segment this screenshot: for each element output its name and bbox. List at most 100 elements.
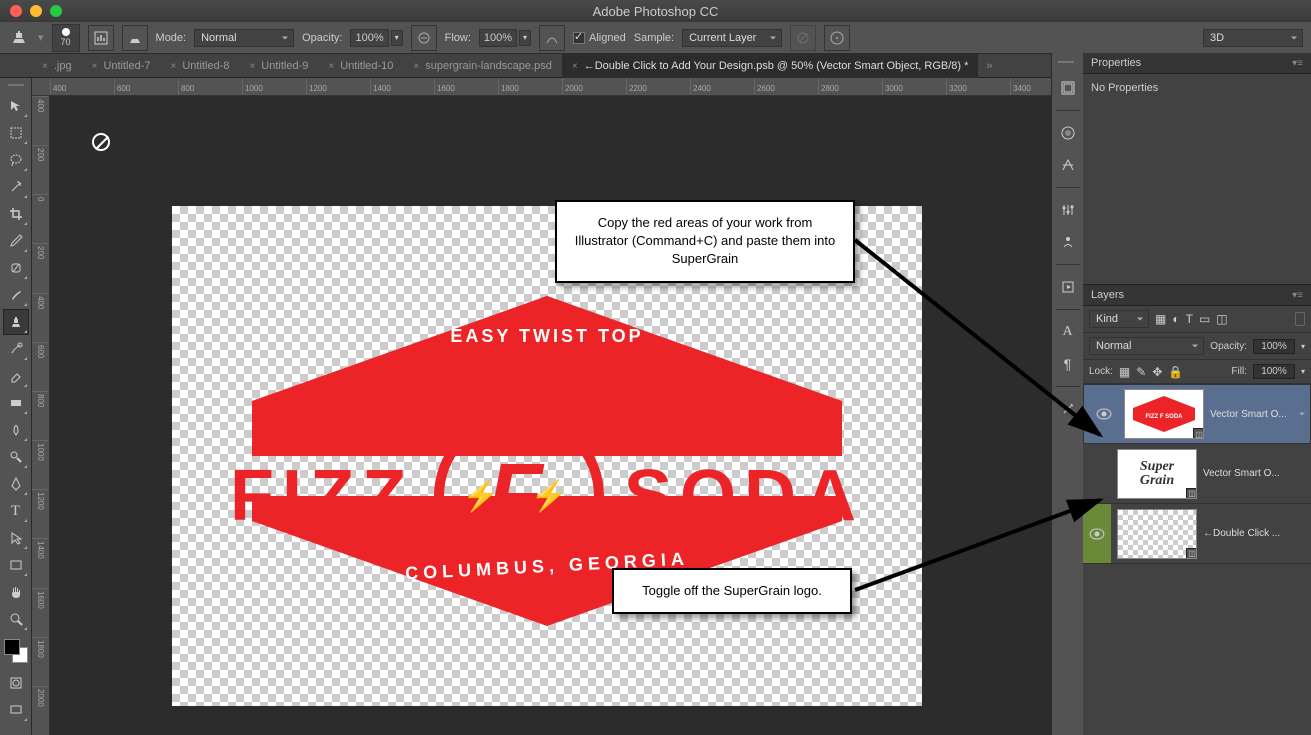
document-tab[interactable]: ×supergrain-landscape.psd (403, 54, 561, 78)
hand-tool-icon[interactable] (3, 579, 29, 605)
screen-mode-icon[interactable] (3, 697, 29, 723)
document-tab[interactable]: ×.jpg (32, 54, 82, 78)
layer-row[interactable]: FIZZ F SODA◫ Vector Smart O... (1083, 384, 1311, 444)
styles-panel-icon[interactable] (1055, 228, 1081, 256)
workspace-select[interactable]: 3D (1203, 29, 1303, 47)
layer-row[interactable]: SuperGrain◫ Vector Smart O... (1083, 444, 1311, 504)
pressure-opacity-icon[interactable] (411, 25, 437, 51)
layer-opacity-input[interactable]: 100% (1253, 339, 1295, 354)
pressure-size-icon[interactable] (824, 25, 850, 51)
brush-panel-icon[interactable] (1055, 395, 1081, 423)
filter-adjust-icon[interactable]: ◐ (1172, 312, 1179, 326)
filter-pixel-icon[interactable]: ▦ (1155, 312, 1166, 326)
layer-fill-input[interactable]: 100% (1253, 364, 1295, 379)
history-brush-tool-icon[interactable] (3, 336, 29, 362)
properties-panel-tab[interactable]: Properties▾≡ (1083, 53, 1311, 74)
layer-thumbnail[interactable]: FIZZ F SODA◫ (1124, 389, 1204, 439)
swatches-panel-icon[interactable] (1055, 151, 1081, 179)
document-tab[interactable]: ×Untitled-9 (239, 54, 318, 78)
zoom-window-button[interactable] (50, 5, 62, 17)
layer-name[interactable]: Vector Smart O... (1203, 468, 1311, 479)
flow-input[interactable]: 100% (479, 29, 517, 47)
zoom-tool-icon[interactable] (3, 606, 29, 632)
magic-wand-tool-icon[interactable] (3, 174, 29, 200)
close-tab-icon[interactable]: × (413, 61, 419, 72)
layer-row[interactable]: ◫ ←Double Click ... (1083, 504, 1311, 564)
filter-type-icon[interactable]: T (1186, 312, 1193, 326)
brush-preset-picker[interactable]: 70 (52, 24, 80, 52)
blend-mode-select[interactable]: Normal (194, 29, 294, 47)
panel-menu-icon[interactable]: ▾≡ (1292, 290, 1303, 301)
minimize-window-button[interactable] (30, 5, 42, 17)
layer-name[interactable]: ←Double Click ... (1203, 528, 1311, 539)
lasso-tool-icon[interactable] (3, 147, 29, 173)
callout-2: Toggle off the SuperGrain logo. (612, 568, 852, 614)
document-tab[interactable]: ×Untitled-7 (82, 54, 161, 78)
layer-visibility-toggle[interactable] (1090, 387, 1118, 441)
layer-thumbnail[interactable]: SuperGrain◫ (1117, 449, 1197, 499)
eyedropper-tool-icon[interactable] (3, 228, 29, 254)
type-tool-icon[interactable]: T (3, 498, 29, 524)
filter-shape-icon[interactable]: ▭ (1199, 312, 1210, 326)
gradient-tool-icon[interactable] (3, 390, 29, 416)
close-tab-icon[interactable]: × (249, 61, 255, 72)
close-tab-icon[interactable]: × (171, 61, 177, 72)
close-tab-icon[interactable]: × (42, 61, 48, 72)
lock-all-icon[interactable]: 🔒 (1168, 365, 1183, 379)
airbrush-icon[interactable] (539, 25, 565, 51)
clone-stamp-tool-icon[interactable] (3, 309, 29, 335)
sample-select[interactable]: Current Layer (682, 29, 782, 47)
aligned-checkbox[interactable]: Aligned (573, 32, 626, 44)
close-tab-icon[interactable]: × (572, 61, 578, 72)
opacity-input[interactable]: 100% (350, 29, 388, 47)
filter-type-select[interactable]: Kind (1089, 310, 1149, 328)
actions-panel-icon[interactable] (1055, 273, 1081, 301)
blur-tool-icon[interactable] (3, 417, 29, 443)
close-window-button[interactable] (10, 5, 22, 17)
layer-thumbnail[interactable]: ◫ (1117, 509, 1197, 559)
layer-blend-select[interactable]: Normal (1089, 337, 1204, 355)
toggle-brush-panel-icon[interactable] (88, 25, 114, 51)
filter-smart-icon[interactable]: ◫ (1216, 312, 1227, 326)
flow-dropdown-icon[interactable]: ▾ (519, 30, 531, 46)
lock-pixels-icon[interactable]: ✎ (1136, 365, 1146, 379)
document-tab[interactable]: ×Untitled-8 (161, 54, 240, 78)
close-tab-icon[interactable]: × (328, 61, 334, 72)
lock-position-icon[interactable]: ✥ (1152, 365, 1162, 379)
pen-tool-icon[interactable] (3, 471, 29, 497)
svg-text:FIZZ F SODA: FIZZ F SODA (1146, 414, 1184, 420)
tabs-overflow-icon[interactable]: » (978, 60, 1000, 72)
color-panel-icon[interactable] (1055, 119, 1081, 147)
filter-toggle-icon[interactable] (1295, 312, 1305, 326)
document-tab[interactable]: ×Untitled-10 (318, 54, 403, 78)
marquee-tool-icon[interactable] (3, 120, 29, 146)
brush-tool-icon[interactable] (3, 282, 29, 308)
options-bar: ▾ 70 Mode: Normal Opacity: 100%▾ Flow: 1… (0, 22, 1311, 54)
color-swatches[interactable] (4, 639, 28, 663)
adjustments-panel-icon[interactable] (1055, 196, 1081, 224)
quick-mask-icon[interactable] (3, 670, 29, 696)
document-tab[interactable]: ×←Double Click to Add Your Design.psb @ … (562, 54, 979, 78)
ruler-vertical: 4002000200400600800100012001400160018002… (32, 96, 50, 735)
move-tool-icon[interactable] (3, 93, 29, 119)
lock-transparent-icon[interactable]: ▦ (1119, 365, 1130, 379)
layer-name[interactable]: Vector Smart O... (1210, 409, 1292, 420)
rectangle-tool-icon[interactable] (3, 552, 29, 578)
paragraph-panel-icon[interactable]: ¶ (1055, 350, 1081, 378)
ignore-adjustments-icon[interactable] (790, 25, 816, 51)
character-panel-icon[interactable]: A (1055, 318, 1081, 346)
panel-menu-icon[interactable]: ▾≡ (1292, 58, 1303, 69)
path-selection-tool-icon[interactable] (3, 525, 29, 551)
opacity-dropdown-icon[interactable]: ▾ (391, 30, 403, 46)
dodge-tool-icon[interactable] (3, 444, 29, 470)
clone-source-panel-icon[interactable] (122, 25, 148, 51)
eraser-tool-icon[interactable] (3, 363, 29, 389)
clone-stamp-tool-icon[interactable] (8, 27, 30, 49)
layers-panel-tab[interactable]: Layers▾≡ (1083, 285, 1311, 306)
history-panel-icon[interactable] (1055, 74, 1081, 102)
healing-brush-tool-icon[interactable] (3, 255, 29, 281)
layer-visibility-toggle[interactable] (1083, 444, 1111, 503)
layer-visibility-toggle[interactable] (1083, 504, 1111, 563)
close-tab-icon[interactable]: × (92, 61, 98, 72)
crop-tool-icon[interactable] (3, 201, 29, 227)
